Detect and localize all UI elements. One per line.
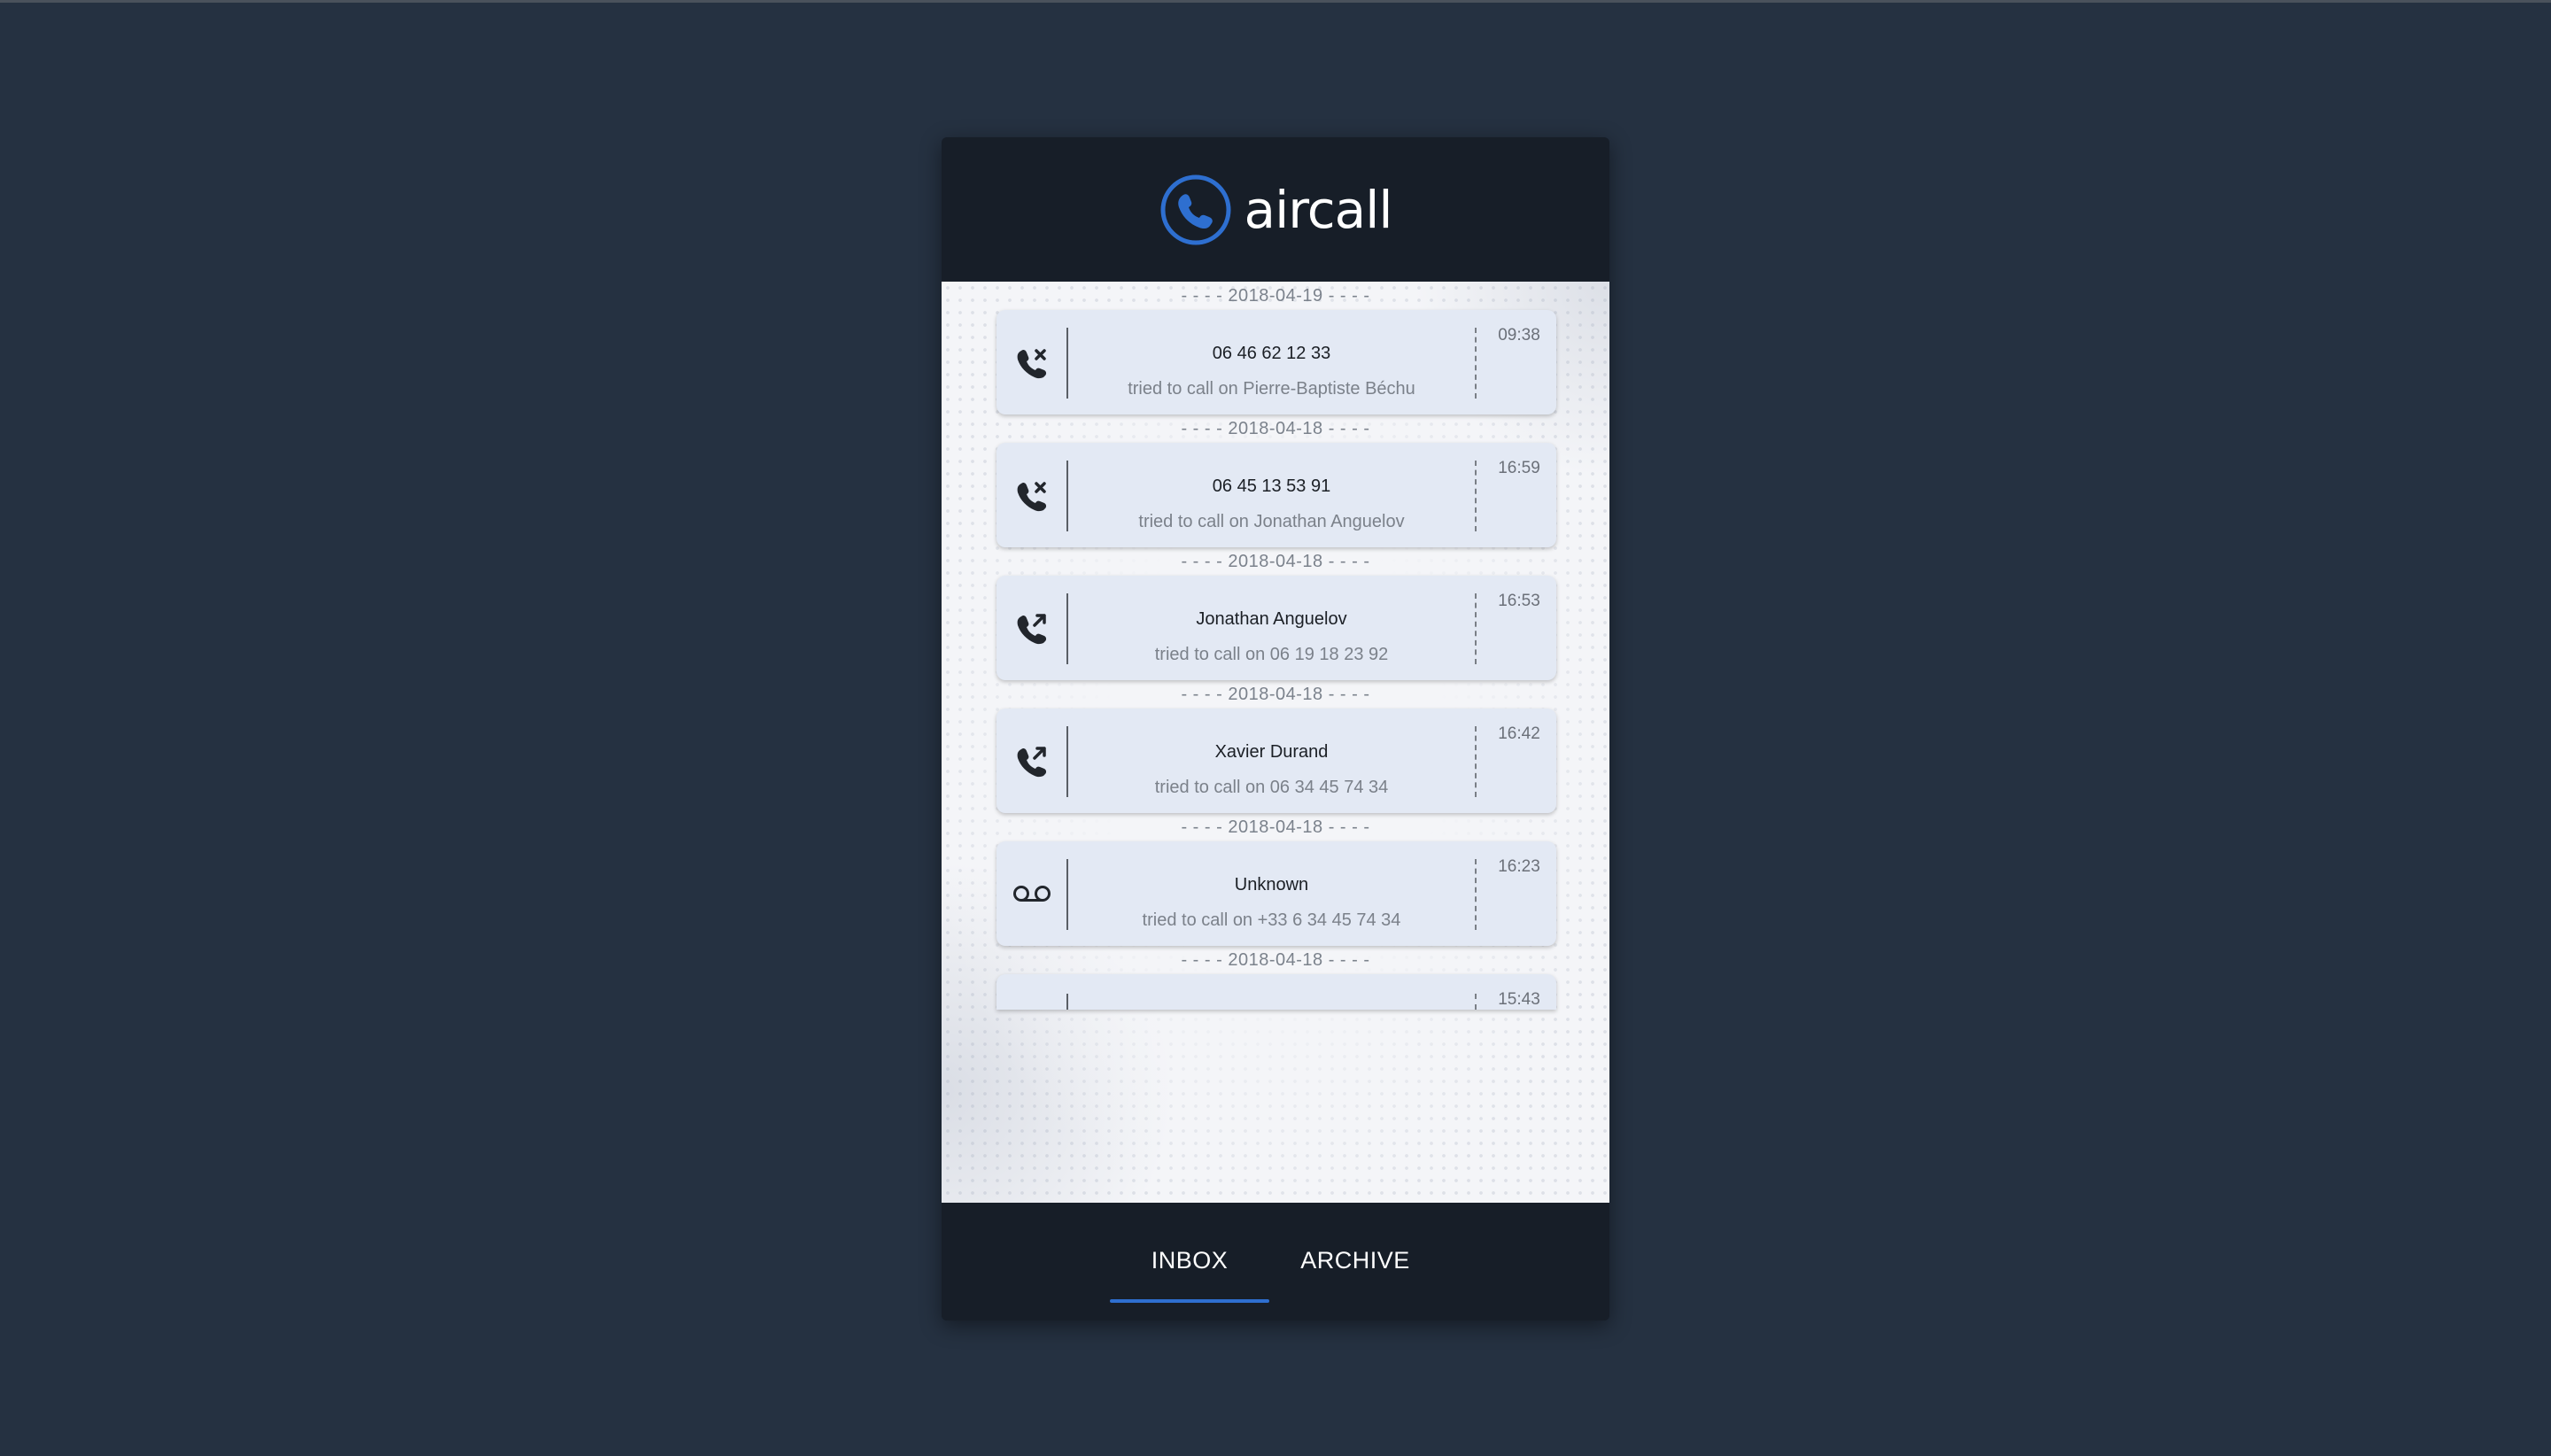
call-list: - - - - 2018-04-19 - - - - 06 46 62 12 3…: [942, 282, 1609, 1010]
date-separator: - - - - 2018-04-18 - - - -: [1181, 552, 1370, 571]
app-panel: aircall - - - - 2018-04-19 - - - - 06 46…: [942, 137, 1609, 1320]
call-time: 16:59: [1498, 459, 1540, 477]
call-time: 16:42: [1498, 724, 1540, 743]
date-separator: - - - - 2018-04-18 - - - -: [1181, 817, 1370, 837]
missed-call-icon: [996, 443, 1067, 547]
voicemail-icon: [996, 841, 1067, 946]
date-separator: - - - - 2018-04-18 - - - -: [1181, 685, 1370, 704]
call-card[interactable]: Unknown tried to call on +33 6 34 45 74 …: [996, 841, 1556, 946]
time-divider: [1475, 328, 1477, 399]
date-separator: - - - - 2018-04-19 - - - -: [1181, 286, 1370, 306]
outgoing-call-icon: [996, 576, 1067, 680]
call-description: tried to call on 06 19 18 23 92: [1154, 645, 1389, 664]
call-card[interactable]: Xavier Durand tried to call on 06 34 45 …: [996, 709, 1556, 813]
call-time: 15:43: [1498, 990, 1540, 1009]
tab-archive[interactable]: ARCHIVE: [1287, 1243, 1423, 1278]
tab-inbox[interactable]: INBOX: [1110, 1243, 1269, 1278]
outgoing-call-icon: [996, 709, 1067, 813]
tab-bar: INBOX ARCHIVE: [942, 1203, 1609, 1320]
caller-name: Unknown: [1234, 875, 1309, 895]
caller-name: Xavier Durand: [1214, 742, 1329, 762]
time-divider: [1475, 726, 1477, 797]
time-divider: [1475, 994, 1477, 1010]
time-divider: [1475, 593, 1477, 664]
phone-logo-icon: [1160, 174, 1231, 244]
card-divider: [1066, 994, 1068, 1010]
call-description: tried to call on Jonathan Anguelov: [1138, 512, 1405, 531]
call-description: tried to call on Pierre-Baptiste Béchu: [1128, 379, 1415, 399]
aircall-logo: aircall: [1159, 174, 1392, 246]
call-card[interactable]: Jonathan Anguelov tried to call on 06 19…: [996, 576, 1556, 680]
call-time: 16:53: [1498, 592, 1540, 610]
call-card[interactable]: 06 46 62 12 33 tried to call on Pierre-B…: [996, 310, 1556, 414]
caller-name: Jonathan Anguelov: [1196, 609, 1347, 629]
time-divider: [1475, 859, 1477, 930]
window-top-border: [0, 0, 2551, 3]
call-card[interactable]: 06 45 13 53 91 tried to call on Jonathan…: [996, 443, 1556, 547]
call-description: tried to call on +33 6 34 45 74 34: [1142, 910, 1401, 930]
call-list-container[interactable]: - - - - 2018-04-19 - - - - 06 46 62 12 3…: [942, 282, 1609, 1203]
time-divider: [1475, 461, 1477, 531]
call-card[interactable]: 15:43: [996, 974, 1556, 1010]
app-header: aircall: [942, 137, 1609, 282]
call-time: 09:38: [1498, 326, 1540, 345]
missed-call-icon: [996, 310, 1067, 414]
caller-name: 06 45 13 53 91: [1212, 476, 1331, 496]
active-tab-indicator: [1110, 1299, 1269, 1303]
date-separator: - - - - 2018-04-18 - - - -: [1181, 419, 1370, 438]
date-separator: - - - - 2018-04-18 - - - -: [1181, 950, 1370, 970]
caller-name: 06 46 62 12 33: [1212, 344, 1331, 363]
call-description: tried to call on 06 34 45 74 34: [1154, 778, 1389, 797]
logo-wordmark: aircall: [1244, 179, 1393, 240]
call-time: 16:23: [1498, 857, 1540, 876]
